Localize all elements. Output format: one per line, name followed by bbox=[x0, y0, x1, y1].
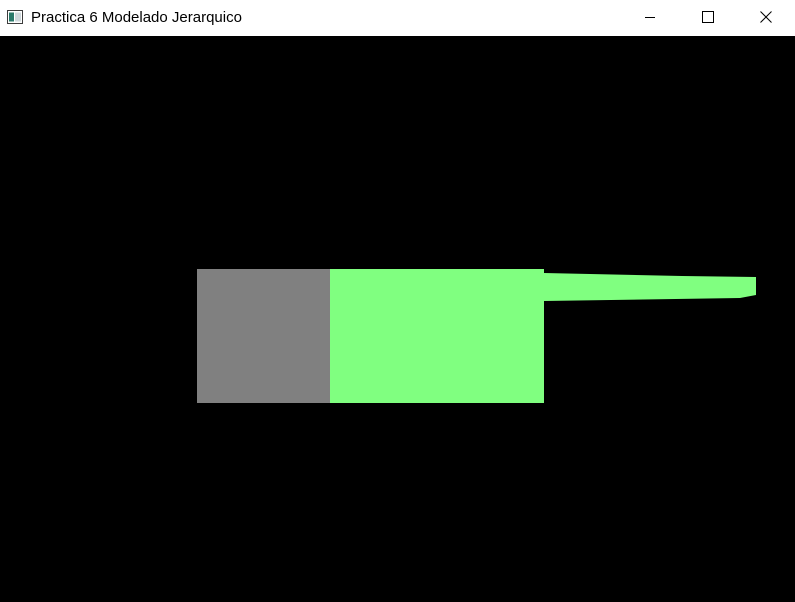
gray-block bbox=[197, 269, 330, 403]
window-title: Practica 6 Modelado Jerarquico bbox=[31, 9, 242, 26]
minimize-icon bbox=[645, 17, 655, 18]
opengl-canvas[interactable] bbox=[0, 36, 795, 602]
scene-svg bbox=[0, 36, 795, 602]
close-icon bbox=[760, 11, 772, 23]
maximize-button[interactable] bbox=[679, 0, 737, 34]
title-bar[interactable]: Practica 6 Modelado Jerarquico bbox=[0, 0, 795, 36]
green-block bbox=[330, 269, 544, 403]
application-window: Practica 6 Modelado Jerarquico bbox=[0, 0, 795, 602]
close-button[interactable] bbox=[737, 0, 795, 34]
minimize-button[interactable] bbox=[621, 0, 679, 34]
app-window-icon bbox=[7, 10, 23, 24]
green-arm bbox=[544, 273, 756, 301]
maximize-icon bbox=[702, 11, 714, 23]
